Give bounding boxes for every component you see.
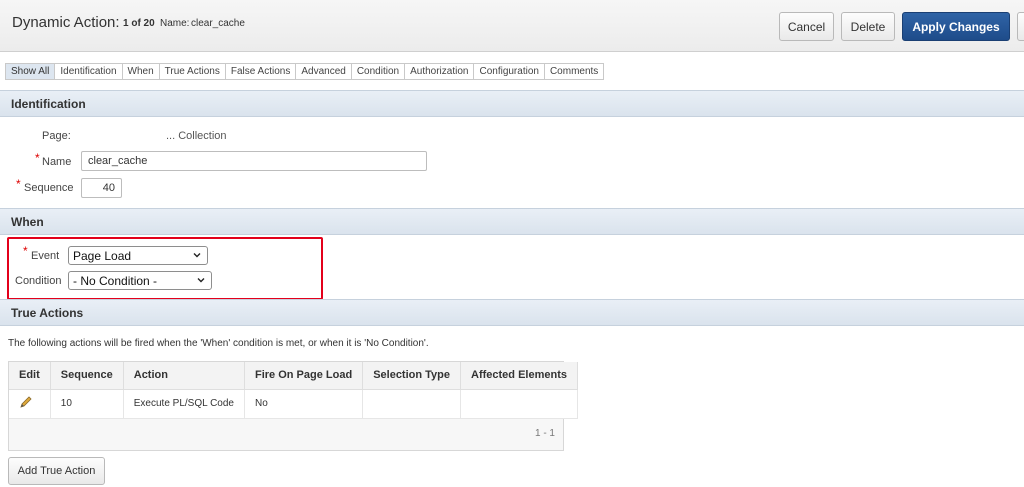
condition-label: Condition bbox=[15, 275, 62, 287]
condition-select-value: - No Condition - bbox=[73, 273, 158, 288]
table-header-row: Edit Sequence Action Fire On Page Load S… bbox=[9, 362, 578, 390]
col-sequence[interactable]: Sequence bbox=[50, 362, 124, 390]
header-name-value: clear_cache bbox=[191, 18, 245, 29]
name-label: Name bbox=[42, 156, 72, 168]
col-action[interactable]: Action bbox=[123, 362, 246, 390]
condition-select[interactable]: - No Condition - bbox=[68, 271, 212, 290]
pencil-icon[interactable] bbox=[19, 395, 33, 409]
apply-changes-button[interactable]: Apply Changes bbox=[902, 12, 1010, 41]
when-heading: When bbox=[0, 208, 1024, 235]
tab-false-actions[interactable]: False Actions bbox=[225, 63, 297, 80]
col-fire-on-page-load[interactable]: Fire On Page Load bbox=[244, 362, 364, 390]
sequence-field[interactable] bbox=[81, 178, 122, 198]
tab-identification[interactable]: Identification bbox=[55, 63, 123, 80]
event-select-value: Page Load bbox=[73, 248, 132, 263]
more-button[interactable] bbox=[1017, 12, 1024, 41]
page-label: Page: bbox=[42, 130, 71, 142]
tab-when[interactable]: When bbox=[122, 63, 160, 80]
tab-show-all[interactable]: Show All bbox=[5, 63, 56, 80]
pagination-text: 1 - 1 bbox=[534, 428, 555, 439]
true-actions-table: Edit Sequence Action Fire On Page Load S… bbox=[8, 361, 578, 451]
tab-advanced[interactable]: Advanced bbox=[296, 63, 352, 80]
page-header: Dynamic Action: 1 of 20 Name: clear_cach… bbox=[0, 0, 1024, 52]
event-required-mark: * bbox=[23, 244, 28, 258]
true-actions-heading: True Actions bbox=[0, 299, 1024, 326]
tab-true-actions[interactable]: True Actions bbox=[159, 63, 226, 80]
tab-condition[interactable]: Condition bbox=[351, 63, 406, 80]
event-select[interactable]: Page Load bbox=[68, 246, 208, 265]
page-value: ... Collection bbox=[166, 130, 227, 142]
affected-elements-cell bbox=[460, 389, 578, 419]
delete-button[interactable]: Delete bbox=[841, 12, 895, 41]
sequence-label: Sequence bbox=[24, 182, 74, 194]
true-actions-note: The following actions will be fired when… bbox=[8, 338, 429, 349]
cancel-button[interactable]: Cancel bbox=[779, 12, 834, 41]
event-label: Event bbox=[31, 250, 60, 262]
col-selection-type[interactable]: Selection Type bbox=[362, 362, 462, 390]
chevron-down-icon bbox=[197, 278, 205, 283]
page-title: Dynamic Action: bbox=[12, 14, 120, 31]
action-cell: Execute PL/SQL Code bbox=[123, 389, 246, 419]
tab-authorization[interactable]: Authorization bbox=[405, 63, 475, 80]
col-affected-elements[interactable]: Affected Elements bbox=[460, 362, 578, 390]
name-field[interactable] bbox=[81, 151, 427, 171]
identification-heading: Identification bbox=[0, 90, 1024, 117]
tab-configuration[interactable]: Configuration bbox=[474, 63, 545, 80]
sequence-cell: 10 bbox=[50, 389, 124, 419]
name-required-mark: * bbox=[35, 151, 40, 165]
fire-on-page-load-cell: No bbox=[244, 389, 364, 419]
selection-type-cell bbox=[362, 389, 462, 419]
col-edit[interactable]: Edit bbox=[9, 362, 51, 390]
table-row: 10 Execute PL/SQL Code No bbox=[9, 389, 578, 419]
header-name-label: Name: bbox=[160, 18, 190, 29]
sequence-required-mark: * bbox=[16, 177, 21, 191]
record-counter: 1 of 20 bbox=[123, 18, 155, 29]
tab-comments[interactable]: Comments bbox=[544, 63, 605, 80]
section-tabs: Show All Identification When True Action… bbox=[5, 63, 605, 80]
edit-cell[interactable] bbox=[9, 389, 51, 419]
add-true-action-button[interactable]: Add True Action bbox=[8, 457, 105, 485]
chevron-down-icon bbox=[193, 253, 201, 258]
